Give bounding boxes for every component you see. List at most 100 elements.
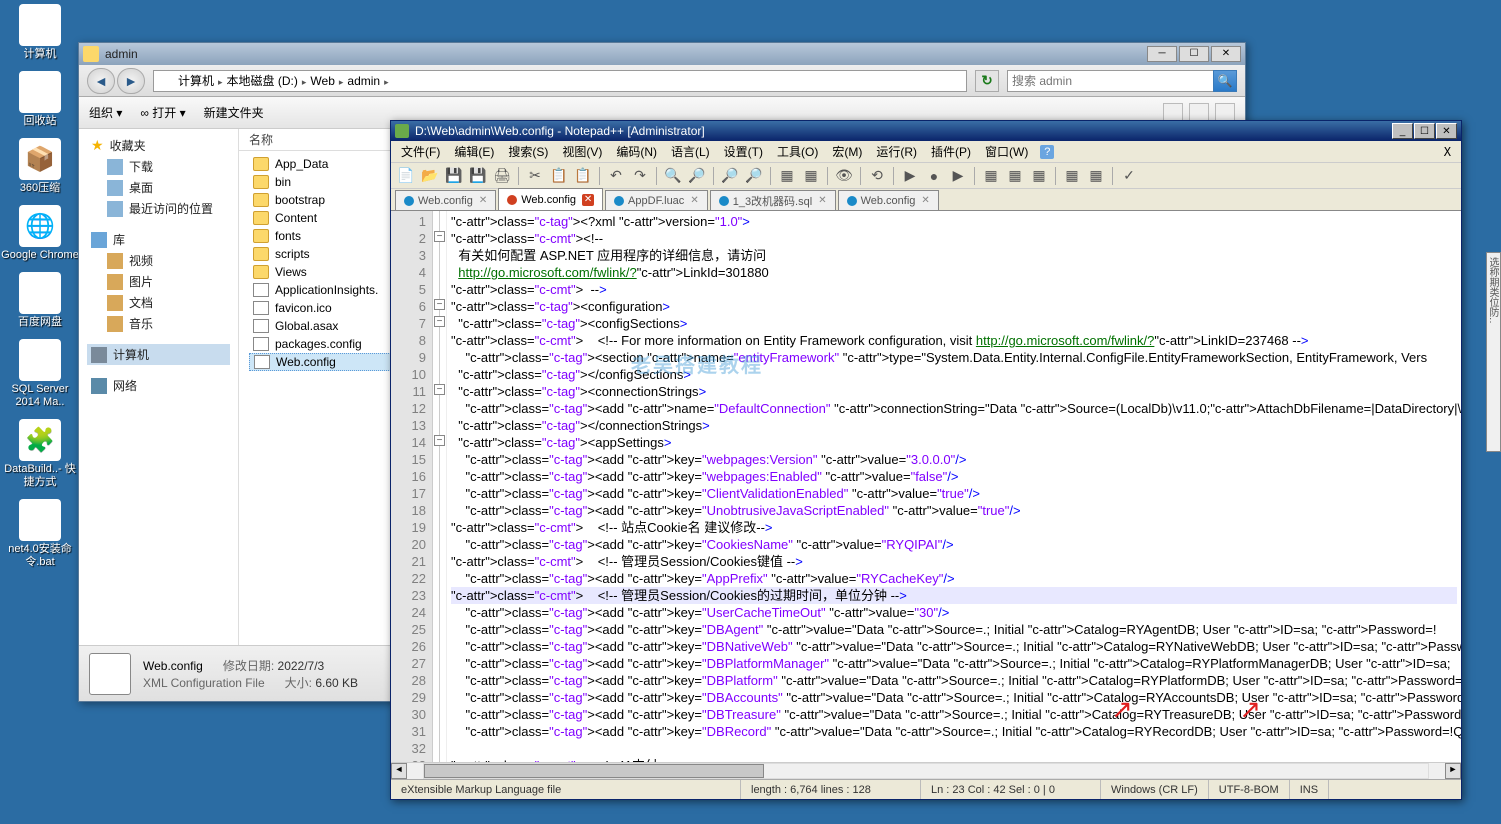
code-line[interactable]: "c-attr">class="c-cmt"> <!-- 站点Cookie名 建… [451, 519, 1457, 536]
chevron-right-icon[interactable]: ▸ [339, 77, 344, 87]
editor-tab[interactable]: Web.config✕ [498, 188, 603, 210]
code-line[interactable]: "c-attr">class="c-tag"><add "c-attr">key… [451, 689, 1457, 706]
open-menu[interactable]: ∞ 打开 ▾ [140, 104, 185, 121]
sidebar-item[interactable]: 最近访问的位置 [87, 198, 230, 219]
menu-item[interactable]: 语言(L) [665, 141, 716, 162]
toolbar-button[interactable]: ✓ [1118, 165, 1140, 187]
toolbar-button[interactable]: 🔍 [662, 165, 684, 187]
status-encoding[interactable]: UTF-8-BOM [1209, 780, 1290, 799]
code-line[interactable]: "c-attr">class="c-tag"></connectionStrin… [451, 417, 1457, 434]
menu-item[interactable]: 编辑(E) [448, 141, 500, 162]
toolbar-button[interactable]: ▦ [1085, 165, 1107, 187]
close-button[interactable]: ✕ [1436, 123, 1457, 139]
sidebar-item[interactable]: 视频 [87, 250, 230, 271]
toolbar-button[interactable]: 📋 [548, 165, 570, 187]
toolbar-button[interactable]: ● [923, 165, 945, 187]
code-line[interactable]: 有关如何配置 ASP.NET 应用程序的详细信息，请访问 [451, 247, 1457, 264]
npp-titlebar[interactable]: D:\Web\admin\Web.config - Notepad++ [Adm… [391, 121, 1461, 141]
sidebar-favorites[interactable]: ★收藏夹 [87, 135, 230, 156]
code-line[interactable]: "c-attr">class="c-cmt"> --> [451, 281, 1457, 298]
fold-marker[interactable]: − [434, 299, 445, 310]
fold-column[interactable]: −−−−− [433, 211, 447, 762]
status-insert-mode[interactable]: INS [1290, 780, 1329, 799]
toolbar-button[interactable]: ↶ [605, 165, 627, 187]
code-line[interactable]: "c-attr">class="c-tag"><add "c-attr">key… [451, 672, 1457, 689]
close-icon[interactable]: ✕ [479, 195, 487, 206]
editor-tab[interactable]: 1_3改机器码.sql✕ [710, 190, 836, 210]
fold-marker[interactable]: − [434, 384, 445, 395]
nav-forward-button[interactable]: ► [117, 68, 145, 94]
code-line[interactable]: "c-attr">class="c-tag"><add "c-attr">key… [451, 604, 1457, 621]
code-line[interactable]: "c-attr">class="c-tag"><add "c-attr">key… [451, 485, 1457, 502]
desktop-icon[interactable]: 🧩DataBuild..- 快捷方式 [0, 419, 80, 489]
toolbar-button[interactable]: 🖨 [491, 165, 513, 187]
desktop-icon[interactable]: ⚙net4.0安装命令.bat [0, 499, 80, 569]
npp-editor[interactable]: 1234567891011121314151617181920212223242… [391, 211, 1461, 762]
code-line[interactable]: "c-attr">class="c-cmt"><!-- [451, 230, 1457, 247]
chevron-right-icon[interactable]: ▸ [384, 77, 389, 87]
organize-menu[interactable]: 组织 ▾ [89, 104, 122, 121]
code-line[interactable]: "c-attr">class="c-tag"><add "c-attr">key… [451, 451, 1457, 468]
close-tab-icon[interactable]: X [1438, 145, 1457, 159]
toolbar-button[interactable]: ▦ [1061, 165, 1083, 187]
toolbar-button[interactable]: 📋 [572, 165, 594, 187]
code-line[interactable]: "c-attr">class="c-tag"><add "c-attr">key… [451, 723, 1457, 740]
sidebar-libraries[interactable]: 库 [87, 229, 230, 250]
editor-tab[interactable]: Web.config✕ [838, 190, 939, 210]
close-icon[interactable]: ✕ [690, 195, 698, 206]
search-input[interactable] [1012, 74, 1209, 88]
code-line[interactable]: "c-attr">class="c-cmt"> <!-- 管理员Session/… [451, 587, 1457, 604]
breadcrumb-segment[interactable]: 本地磁盘 (D:) [227, 74, 298, 88]
toolbar-button[interactable]: ▦ [776, 165, 798, 187]
menu-item[interactable]: 宏(M) [826, 141, 868, 162]
breadcrumb-segment[interactable]: Web [310, 74, 334, 88]
address-bar[interactable]: 计算机▸本地磁盘 (D:)▸Web▸admin▸ [153, 70, 967, 92]
code-line[interactable]: "c-attr">class="c-tag"><appSettings> [451, 434, 1457, 451]
chevron-right-icon[interactable]: ▸ [302, 77, 307, 87]
toolbar-button[interactable]: 💾 [443, 165, 465, 187]
close-icon[interactable]: ✕ [582, 194, 594, 206]
menu-item[interactable]: 设置(T) [718, 141, 769, 162]
fold-marker[interactable]: − [434, 435, 445, 446]
column-name-header[interactable]: 名称 [249, 131, 283, 148]
help-icon[interactable]: ? [1040, 145, 1054, 159]
desktop-icon[interactable]: 🗄SQL Server 2014 Ma.. [0, 339, 80, 409]
code-line[interactable] [451, 740, 1457, 757]
desktop-icon[interactable]: 🗑回收站 [0, 71, 80, 128]
code-line[interactable]: "c-attr">class="c-tag"><add "c-attr">key… [451, 536, 1457, 553]
code-line[interactable]: "c-attr">class="c-tag"><add "c-attr">key… [451, 638, 1457, 655]
toolbar-button[interactable]: 💾 [467, 165, 489, 187]
code-line[interactable]: "c-attr">class="c-tag"><add "c-attr">key… [451, 468, 1457, 485]
maximize-button[interactable]: ☐ [1179, 46, 1209, 62]
sidebar-computer[interactable]: 计算机 [87, 344, 230, 365]
close-button[interactable]: ✕ [1211, 46, 1241, 62]
search-icon[interactable]: 🔍 [1213, 70, 1237, 92]
breadcrumb-segment[interactable]: 计算机 [178, 74, 214, 88]
code-line[interactable]: "c-attr">class="c-tag"><section "c-attr"… [451, 349, 1457, 366]
code-line[interactable]: "c-attr">class="c-tag"><add "c-attr">key… [451, 502, 1457, 519]
chevron-right-icon[interactable]: ▸ [218, 77, 223, 87]
desktop-icon[interactable]: ☁百度网盘 [0, 272, 80, 329]
toolbar-button[interactable]: ▦ [1028, 165, 1050, 187]
desktop-icon[interactable]: 📦360压缩 [0, 138, 80, 195]
code-line[interactable]: "c-attr">class="c-tag"></configSections> [451, 366, 1457, 383]
desktop-icon[interactable]: 🖥计算机 [0, 4, 80, 61]
toolbar-button[interactable]: ▶ [947, 165, 969, 187]
sidebar-item[interactable]: 音乐 [87, 313, 230, 334]
minimize-button[interactable]: _ [1392, 123, 1413, 139]
toolbar-button[interactable]: ✂ [524, 165, 546, 187]
fold-marker[interactable]: − [434, 231, 445, 242]
sidebar-network[interactable]: 网络 [87, 375, 230, 396]
code-line[interactable]: "c-attr">class="c-tag"><add "c-attr">key… [451, 655, 1457, 672]
menu-item[interactable]: 运行(R) [870, 141, 923, 162]
toolbar-button[interactable]: 🔎 [743, 165, 765, 187]
sidebar-item[interactable]: 桌面 [87, 177, 230, 198]
toolbar-button[interactable]: 👁 [833, 165, 855, 187]
close-icon[interactable]: ✕ [818, 195, 826, 206]
maximize-button[interactable]: ☐ [1414, 123, 1435, 139]
code-line[interactable]: "c-attr">class="c-cmt"> <!--41支付 --> [451, 757, 1457, 762]
code-line[interactable]: "c-attr">class="c-tag"><add "c-attr">key… [451, 621, 1457, 638]
toolbar-button[interactable]: 🔎 [686, 165, 708, 187]
breadcrumb-segment[interactable]: admin [347, 74, 380, 88]
toolbar-button[interactable]: ↷ [629, 165, 651, 187]
